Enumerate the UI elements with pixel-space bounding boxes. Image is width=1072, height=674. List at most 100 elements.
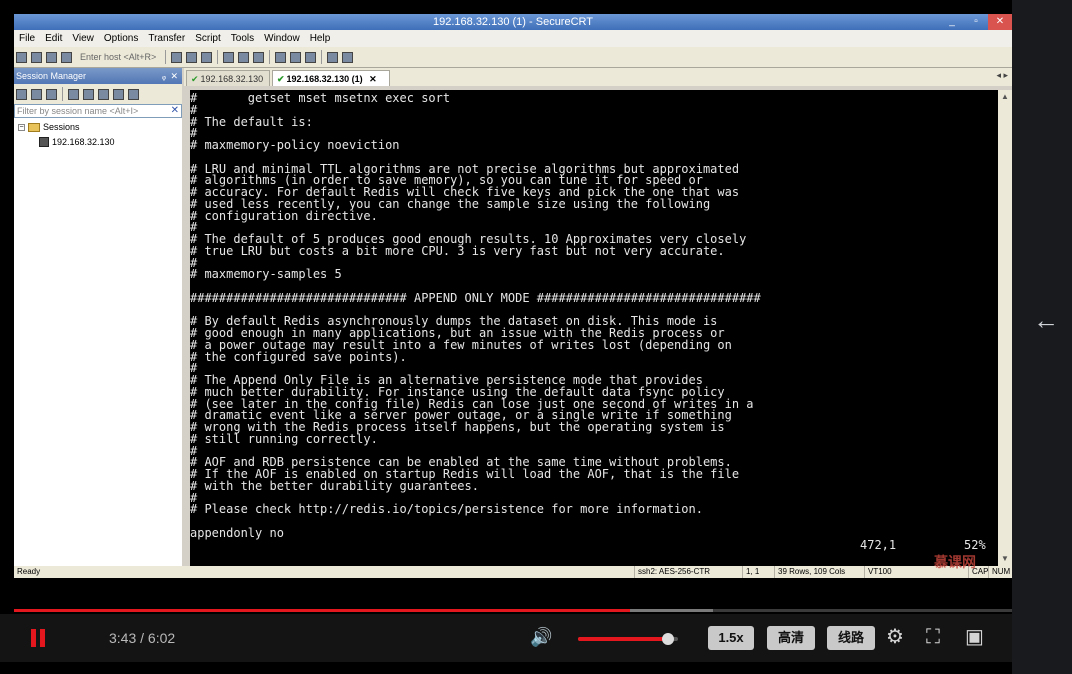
back-arrow-icon[interactable]: ← (1032, 306, 1060, 334)
tree-item-session[interactable]: 192.168.32.130 (36, 137, 115, 147)
disconnect-icon[interactable] (61, 51, 72, 63)
menu-options[interactable]: Options (99, 30, 143, 47)
terminal-line: # true LRU but costs a bit more CPU. 3 i… (190, 243, 725, 258)
session-manager-title: Session Manager (16, 71, 87, 81)
print-icon[interactable] (223, 51, 235, 63)
new-session-icon[interactable] (16, 88, 27, 100)
tab-label: 192.168.32.130 (1) (286, 74, 363, 84)
enter-host-field[interactable]: Enter host <Alt+R> (80, 52, 156, 62)
cut-icon[interactable] (68, 88, 79, 100)
properties-icon[interactable] (46, 88, 57, 100)
menu-help[interactable]: Help (305, 30, 336, 47)
session-tabs: ✔ 192.168.32.130 ✔ 192.168.32.130 (1) ✕ ◂ … (184, 68, 1012, 86)
scroll-down-icon[interactable]: ▼ (1000, 554, 1010, 564)
collapse-icon[interactable]: − (18, 123, 25, 131)
scroll-percentage: 52% (964, 538, 986, 552)
status-ready: Ready (17, 567, 41, 576)
watermark-logo: 慕课网 (934, 554, 976, 570)
session-manager-close-icon[interactable]: ✕ (170, 68, 178, 84)
folder-icon (28, 122, 40, 132)
played-bar (14, 609, 631, 612)
route-button[interactable]: 线路 (827, 626, 875, 650)
connected-check-icon: ✔ (191, 74, 199, 84)
time-display: 3:43 / 6:02 (109, 630, 176, 646)
pin-icon[interactable]: ᵩ (162, 68, 166, 84)
connected-check-icon: ✔ (277, 74, 285, 84)
minimize-button[interactable]: _ (940, 14, 964, 30)
tree-folder-label: Sessions (43, 122, 80, 132)
menu-edit[interactable]: Edit (40, 30, 67, 47)
clear-filter-icon[interactable]: ✕ (171, 105, 179, 117)
status-cipher: ssh2: AES-256-CTR (634, 566, 713, 578)
menu-script[interactable]: Script (190, 30, 226, 47)
paste-session-icon[interactable] (98, 88, 109, 100)
side-panel (1012, 0, 1072, 674)
session-options-icon[interactable] (275, 51, 287, 63)
terminal-output[interactable]: 472,1 52% # getset mset msetnx exec sort… (190, 90, 998, 566)
terminal-line: # The default is: (190, 114, 313, 129)
quality-button[interactable]: 高清 (767, 626, 815, 650)
menu-window[interactable]: Window (259, 30, 305, 47)
volume-icon[interactable]: 🔊 (530, 627, 552, 648)
status-cursor: 1, 1 (742, 566, 762, 578)
window-titlebar: 192.168.32.130 (1) - SecureCRT _ ▫ ✕ (14, 14, 1012, 30)
tree-item-label: 192.168.32.130 (52, 137, 115, 147)
session-filter-input[interactable]: Filter by session name <Alt+I> ✕ (14, 104, 182, 118)
toolbar-divider (321, 50, 323, 64)
tab-scroll-arrows[interactable]: ◂ ▸ (996, 70, 1008, 81)
terminal-line: # Please check http://redis.io/topics/pe… (190, 502, 703, 517)
scroll-up-icon[interactable]: ▲ (1000, 92, 1010, 102)
terminal-line: # a power outage may result into a few m… (190, 337, 732, 352)
menu-view[interactable]: View (67, 30, 99, 47)
settings-icon[interactable]: ⚙ (886, 625, 904, 649)
copy-session-icon[interactable] (83, 88, 94, 100)
window-title: 192.168.32.130 (1) - SecureCRT (433, 16, 593, 28)
tab-session-2[interactable]: ✔ 192.168.32.130 (1) ✕ (272, 70, 390, 86)
terminal-line: # (190, 102, 198, 117)
menu-file[interactable]: File (14, 30, 40, 47)
video-frame[interactable]: 192.168.32.130 (1) - SecureCRT _ ▫ ✕ Fil… (0, 0, 1012, 674)
terminal-line: ############################## APPEND ON… (190, 290, 761, 305)
new-folder-icon[interactable] (31, 88, 42, 100)
session-filter-placeholder: Filter by session name <Alt+I> (17, 106, 139, 116)
find-icon[interactable] (201, 51, 213, 63)
close-tab-icon[interactable]: ✕ (369, 74, 377, 84)
delete-icon[interactable] (113, 88, 124, 100)
terminal-line: # with the better durability guarantees. (190, 478, 479, 493)
fullscreen-icon[interactable]: ⛶ (926, 625, 940, 649)
global-options-icon[interactable] (290, 51, 302, 63)
menu-tools[interactable]: Tools (226, 30, 259, 47)
tree-folder-sessions[interactable]: − Sessions (18, 122, 80, 132)
video-progress-bar[interactable] (14, 609, 1012, 612)
terminal-line: # used less recently, you can change the… (190, 196, 711, 211)
toolbar-divider (165, 50, 167, 64)
securecrt-window: 192.168.32.130 (1) - SecureCRT _ ▫ ✕ Fil… (14, 14, 1012, 578)
status-term: VT100 (864, 566, 895, 578)
log-icon[interactable] (253, 51, 265, 63)
map-icon[interactable] (342, 51, 354, 63)
speed-button[interactable]: 1.5x (708, 626, 754, 650)
close-window-button[interactable]: ✕ (988, 14, 1012, 30)
reconnect-icon[interactable] (46, 51, 57, 63)
copy-icon[interactable] (171, 51, 183, 63)
sftp-icon[interactable] (238, 51, 250, 63)
session-manager-toolbar (14, 84, 182, 104)
connect-session-icon[interactable] (128, 88, 139, 100)
volume-handle[interactable] (662, 633, 674, 645)
quick-connect-icon[interactable] (31, 51, 42, 63)
pause-button[interactable] (31, 629, 47, 647)
connect-icon[interactable] (16, 51, 27, 63)
volume-slider[interactable] (578, 633, 678, 645)
cursor-position: 472,1 (860, 538, 897, 552)
menu-transfer[interactable]: Transfer (143, 30, 190, 47)
pause-icon (31, 629, 36, 647)
tab-session-1[interactable]: ✔ 192.168.32.130 (186, 70, 270, 86)
terminal-scrollbar[interactable]: ▲ ▼ (998, 90, 1012, 566)
picture-in-picture-icon[interactable]: ▣ (965, 625, 984, 649)
restore-button[interactable]: ▫ (964, 14, 988, 30)
paste-icon[interactable] (186, 51, 198, 63)
keymap-icon[interactable] (305, 51, 317, 63)
status-size: 39 Rows, 109 Cols (774, 566, 848, 578)
toolbar-divider (62, 87, 63, 101)
help-icon[interactable] (327, 51, 339, 63)
